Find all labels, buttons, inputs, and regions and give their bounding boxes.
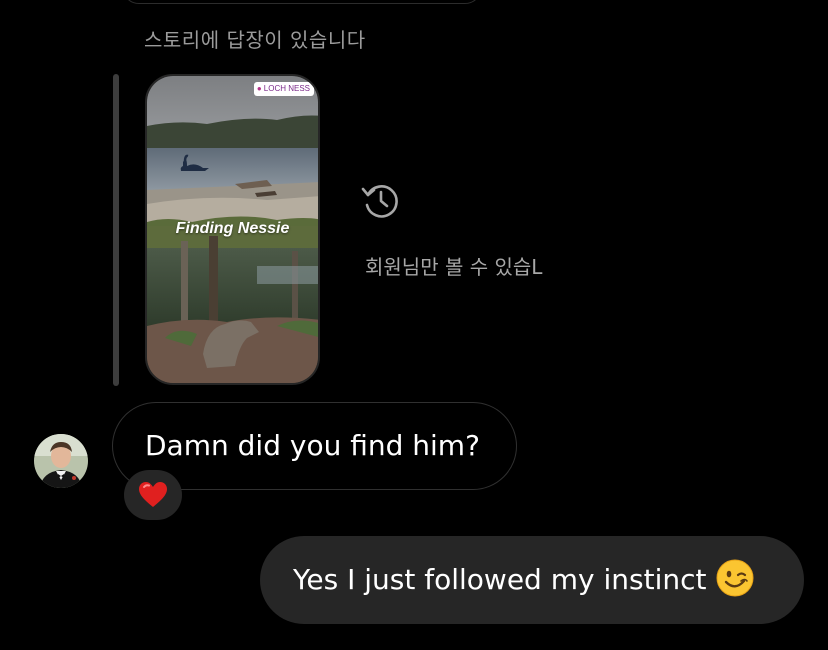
story-preview-card[interactable]: ● LOCH NESS Finding Nessie [145,74,320,385]
outgoing-message-bubble[interactable]: Yes I just followed my instinct [260,536,804,624]
outgoing-message-text: Yes I just followed my instinct [293,563,707,596]
winking-face-icon [716,559,754,597]
location-pin-icon: ● [256,84,262,93]
avatar[interactable] [34,434,88,488]
message-reaction[interactable] [124,470,182,520]
story-reply-label: 스토리에 답장이 있습니다 [144,28,366,52]
heart-icon [139,482,167,507]
location-sticker: ● LOCH NESS [253,82,314,96]
reply-quote-bar [113,74,119,386]
previous-message-bubble-edge [122,0,482,4]
avatar-image [34,434,88,488]
members-only-notice: 회원님만 볼 수 있습L [365,255,543,279]
story-caption: Finding Nessie [175,220,290,237]
incoming-message-text: Damn did you find him? [145,429,480,462]
history-icon [361,185,398,218]
